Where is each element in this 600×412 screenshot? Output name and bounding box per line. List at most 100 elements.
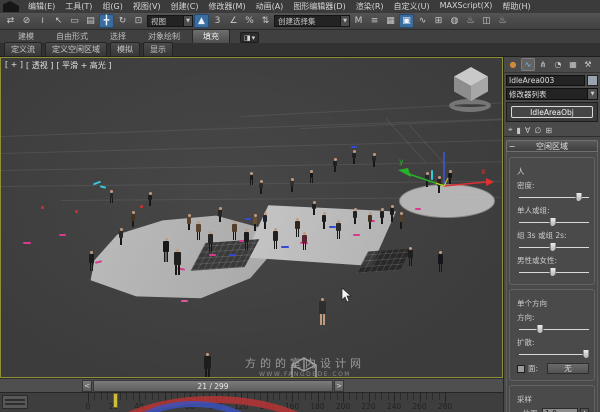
crowd-person[interactable] bbox=[244, 229, 249, 250]
snaps-toggle-icon[interactable]: 3 bbox=[210, 14, 225, 28]
align-icon[interactable]: ≡ bbox=[367, 14, 382, 28]
subribbon-button-显示[interactable]: 显示 bbox=[143, 42, 173, 57]
slider-thumb[interactable] bbox=[549, 267, 556, 277]
crowd-person[interactable] bbox=[368, 212, 372, 229]
slider-thumb[interactable] bbox=[549, 217, 556, 227]
ribbon-tab-填充[interactable]: 填充 bbox=[192, 29, 230, 43]
crowd-person[interactable] bbox=[208, 231, 213, 252]
crowd-person[interactable] bbox=[204, 353, 211, 378]
slider-thumb[interactable] bbox=[537, 324, 544, 334]
menu-item[interactable]: 视图(V) bbox=[132, 1, 162, 12]
crowd-person[interactable] bbox=[333, 158, 337, 172]
modifier-list-dropdown[interactable]: 修改器列表 ▼ bbox=[506, 88, 598, 100]
crowd-person[interactable] bbox=[163, 238, 169, 262]
perspective-viewport[interactable]: [ + ] [ 透视 ] [ 平滑 + 高光 ] x y bbox=[0, 57, 503, 378]
application-logo-icon[interactable] bbox=[3, 1, 19, 12]
slider-thumb[interactable] bbox=[549, 242, 556, 252]
crowd-person[interactable] bbox=[253, 214, 257, 231]
configure-modifier-sets-icon[interactable]: ⊞ bbox=[545, 126, 552, 135]
crowd-person[interactable] bbox=[352, 150, 356, 164]
percent-snap-icon[interactable]: % bbox=[242, 14, 257, 28]
crowd-person[interactable] bbox=[218, 207, 222, 222]
menu-item[interactable]: MAXScript(X) bbox=[439, 1, 494, 12]
tab-hierarchy[interactable]: ⋔ bbox=[536, 58, 550, 71]
pin-stack-icon[interactable]: ⌖ bbox=[508, 125, 513, 135]
move-gizmo[interactable]: x y bbox=[386, 146, 496, 216]
menu-item[interactable]: 渲染(R) bbox=[355, 1, 385, 12]
select-and-link-icon[interactable]: ⇄ bbox=[3, 14, 18, 28]
select-and-scale-icon[interactable]: ⊡ bbox=[131, 14, 146, 28]
spinner-value-field[interactable]: 1.0 bbox=[542, 408, 578, 412]
crowd-person[interactable] bbox=[372, 153, 376, 167]
crowd-person[interactable] bbox=[336, 220, 341, 239]
menu-item[interactable]: 帮助(H) bbox=[501, 1, 531, 12]
object-color-swatch[interactable] bbox=[587, 75, 598, 86]
crowd-person[interactable] bbox=[187, 214, 191, 230]
tab-create[interactable]: ● bbox=[506, 58, 520, 71]
reference-coordinate-dropdown[interactable]: 视图▼ bbox=[147, 15, 193, 27]
rendered-frame-icon[interactable]: ◫ bbox=[479, 14, 494, 28]
menu-item[interactable]: 编辑(E) bbox=[27, 1, 56, 12]
crowd-person[interactable] bbox=[312, 201, 316, 215]
time-slider-handle[interactable]: 21 / 299 bbox=[93, 380, 333, 392]
crowd-person[interactable] bbox=[110, 190, 113, 203]
object-name-field[interactable]: IdleArea003 bbox=[506, 75, 585, 86]
crowd-person[interactable] bbox=[119, 228, 123, 245]
select-by-name-icon[interactable]: ▤ bbox=[83, 14, 98, 28]
curve-editor-icon[interactable]: ∿ bbox=[415, 14, 430, 28]
tab-motion[interactable]: ◔ bbox=[551, 58, 565, 71]
param-slider[interactable] bbox=[519, 324, 589, 334]
next-frame-button[interactable]: > bbox=[334, 380, 344, 392]
stack-item-idleareaobj[interactable]: IdleAreaObj bbox=[511, 106, 593, 118]
crowd-person[interactable] bbox=[408, 247, 413, 266]
previous-frame-button[interactable]: < bbox=[82, 380, 92, 392]
crowd-person[interactable] bbox=[295, 218, 300, 237]
viewport-shading-menu[interactable]: [ 平滑 + 高光 ] bbox=[56, 60, 111, 71]
select-and-move-icon[interactable]: ╋ bbox=[99, 14, 114, 28]
rectangular-selection-region-icon[interactable]: ▭ bbox=[67, 14, 82, 28]
crowd-person[interactable] bbox=[259, 180, 263, 194]
remove-modifier-icon[interactable]: ∅ bbox=[534, 126, 541, 135]
slider-thumb[interactable] bbox=[583, 349, 590, 359]
menu-item[interactable]: 图形编辑器(D) bbox=[292, 1, 346, 12]
crowd-person[interactable] bbox=[302, 232, 307, 250]
mirror-icon[interactable]: M bbox=[351, 14, 366, 28]
menu-item[interactable]: 自定义(U) bbox=[393, 1, 431, 12]
crowd-person[interactable] bbox=[353, 208, 357, 224]
crowd-person[interactable] bbox=[322, 212, 326, 229]
crowd-person[interactable] bbox=[250, 172, 253, 185]
bind-to-spacewarp-icon[interactable]: ≀ bbox=[35, 14, 50, 28]
view-cube[interactable] bbox=[445, 66, 499, 118]
view-cube-box[interactable] bbox=[454, 67, 488, 101]
select-object-icon[interactable]: ↖ bbox=[51, 14, 66, 28]
ribbon-flyout-button[interactable]: ◨ ▾ bbox=[240, 32, 259, 43]
none-button[interactable]: 无 bbox=[547, 363, 589, 374]
param-slider[interactable] bbox=[519, 267, 589, 277]
material-editor-icon[interactable]: ◍ bbox=[447, 14, 462, 28]
render-production-icon[interactable]: ♨ bbox=[495, 14, 510, 28]
subribbon-button-模拟[interactable]: 模拟 bbox=[110, 42, 140, 57]
menu-item[interactable]: 工具(T) bbox=[64, 1, 93, 12]
collapse-icon[interactable]: − bbox=[507, 142, 517, 151]
param-slider[interactable] bbox=[519, 242, 589, 252]
crowd-person[interactable] bbox=[380, 208, 384, 224]
rollout-header[interactable]: − 空闲区域 bbox=[506, 140, 598, 152]
crowd-person[interactable] bbox=[310, 170, 313, 183]
param-slider[interactable] bbox=[519, 349, 589, 359]
viewport-plus-menu[interactable]: [ + ] bbox=[5, 60, 23, 71]
current-frame-indicator[interactable] bbox=[113, 393, 118, 408]
subribbon-button-定义流[interactable]: 定义流 bbox=[4, 42, 42, 57]
crowd-person[interactable] bbox=[148, 192, 152, 206]
menu-item[interactable]: 创建(C) bbox=[170, 1, 200, 12]
make-unique-icon[interactable]: ∀ bbox=[525, 126, 530, 135]
slider-thumb[interactable] bbox=[575, 192, 582, 202]
crowd-person[interactable] bbox=[319, 298, 326, 325]
track-bar[interactable]: 020406080100120140160180200220240260280 bbox=[0, 392, 503, 412]
menu-item[interactable]: 修改器(M) bbox=[207, 1, 246, 12]
tab-display[interactable]: ▦ bbox=[566, 58, 580, 71]
crowd-person[interactable] bbox=[196, 221, 201, 240]
menu-item[interactable]: 组(G) bbox=[101, 1, 123, 12]
spinner-arrows[interactable]: ▲▼ bbox=[580, 408, 589, 412]
face-checkbox[interactable] bbox=[517, 365, 525, 373]
tab-utilities[interactable]: ⚒ bbox=[581, 58, 595, 71]
